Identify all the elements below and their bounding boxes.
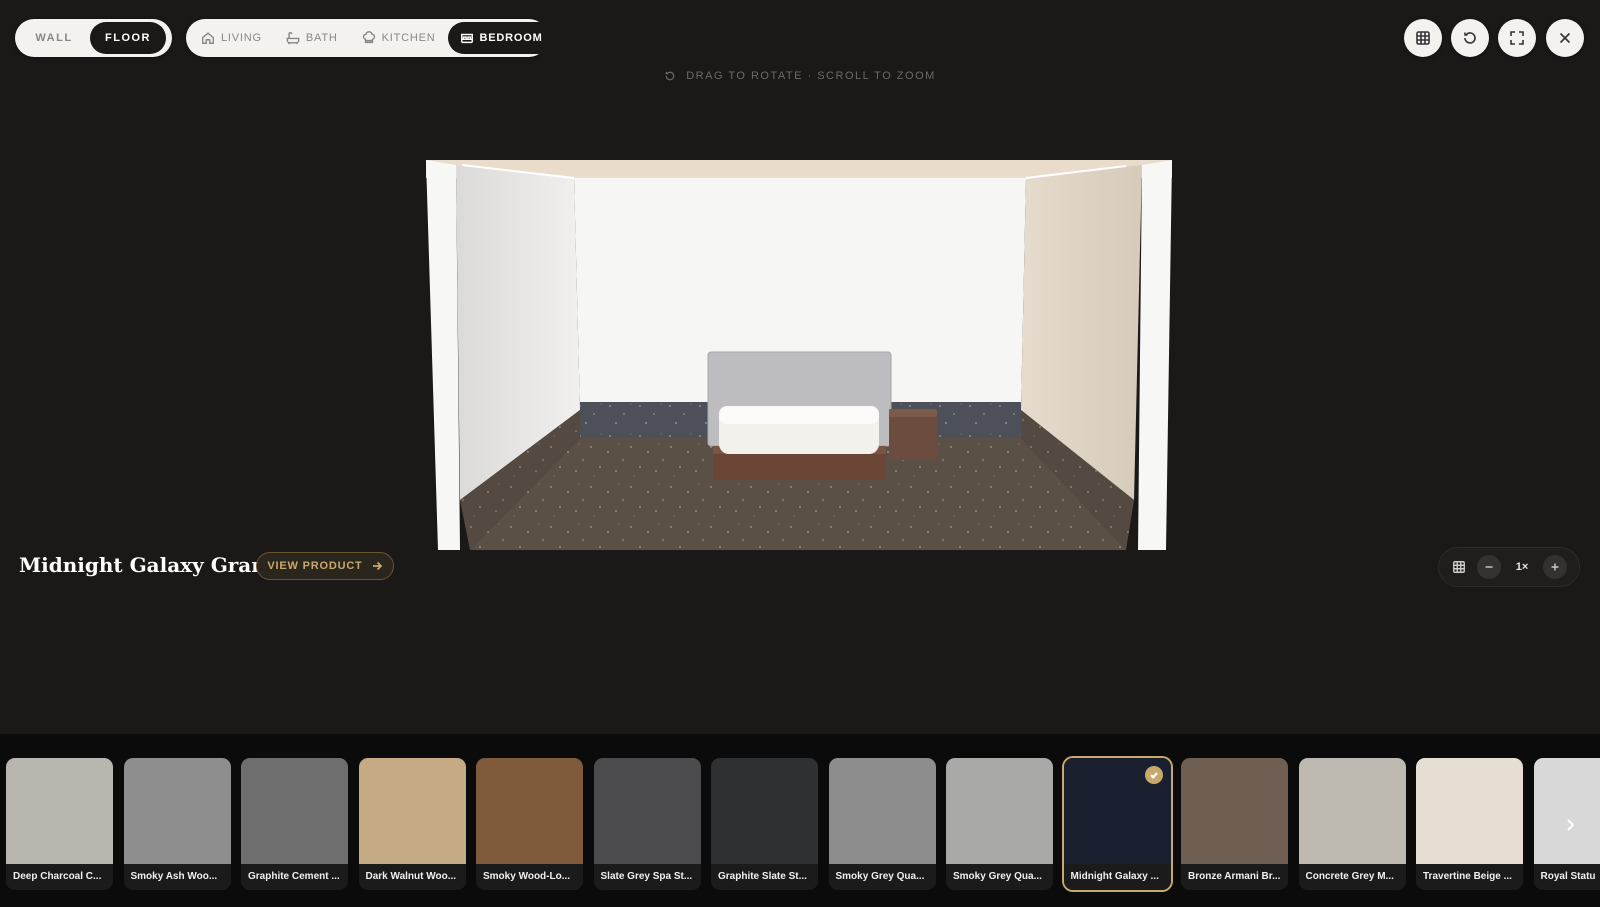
material-swatch [6, 758, 113, 864]
material-label: Deep Charcoal C... [6, 864, 113, 890]
rotate-icon [665, 71, 675, 81]
view-product-button[interactable]: VIEW PRODUCT [256, 552, 394, 580]
material-swatch [476, 758, 583, 864]
room-kitchen-label: KITCHEN [381, 32, 436, 44]
material-label: Smoky Wood-Lo... [476, 864, 583, 890]
bed-icon [460, 33, 473, 44]
grid-icon [1453, 561, 1465, 573]
material-swatch [1298, 758, 1406, 864]
room-living[interactable]: LIVING [189, 22, 274, 54]
material-swatch [946, 758, 1053, 864]
material-label: Bronze Armani Br... [1181, 864, 1288, 890]
material-label: Dark Walnut Woo... [358, 864, 466, 890]
room-bath-label: BATH [305, 32, 338, 44]
material-label: Smoky Ash Woo... [123, 864, 231, 890]
material-swatch [828, 758, 936, 864]
grid-icon [1416, 31, 1430, 45]
hint-text: DRAG TO ROTATE · SCROLL TO ZOOM [686, 70, 936, 82]
view-product-label: VIEW PRODUCT [267, 560, 363, 572]
reset-icon [1464, 32, 1476, 44]
arrow-right-icon [372, 561, 382, 571]
material-label: Graphite Cement ... [241, 864, 348, 890]
fullscreen-icon [1510, 31, 1524, 45]
material-swatch [711, 758, 818, 864]
strip-next-button[interactable] [1557, 812, 1583, 838]
material-tile[interactable]: Smoky Grey Qua... [946, 758, 1053, 890]
home-icon [202, 32, 214, 44]
mode-toggle: WALL FLOOR [15, 19, 172, 57]
material-tile[interactable]: Smoky Wood-Lo... [476, 758, 583, 890]
grid-toggle-button[interactable] [1447, 555, 1471, 579]
room-bedroom[interactable]: BEDROOM [447, 22, 555, 54]
room-living-label: LIVING [221, 32, 262, 44]
chef-hat-icon [362, 31, 375, 44]
zoom-out-button[interactable] [1477, 555, 1501, 579]
material-swatch [1416, 758, 1523, 864]
bathtub-icon [286, 32, 300, 45]
rotate-zoom-hint: DRAG TO ROTATE · SCROLL TO ZOOM [0, 70, 1600, 82]
reset-view-button[interactable] [1451, 19, 1489, 57]
material-swatch [358, 758, 466, 864]
material-tile[interactable]: Deep Charcoal C... [6, 758, 113, 890]
material-tile[interactable]: Slate Grey Spa St... [593, 758, 701, 890]
chevron-right-icon [1567, 819, 1575, 831]
product-title: Midnight Galaxy Granite [19, 553, 296, 577]
material-label: Midnight Galaxy ... [1063, 864, 1171, 890]
selected-check-icon [1144, 766, 1163, 784]
mode-wall[interactable]: WALL [18, 22, 90, 54]
plus-icon [1551, 563, 1559, 571]
material-label: Royal Statu [1533, 864, 1600, 890]
material-label: Smoky Grey Qua... [828, 864, 936, 890]
zoom-control: 1× [1438, 547, 1580, 587]
material-tile[interactable]: Dark Walnut Woo... [358, 758, 466, 890]
room-3d-view[interactable] [426, 160, 1172, 550]
fullscreen-button[interactable] [1498, 19, 1536, 57]
zoom-in-button[interactable] [1543, 555, 1567, 579]
material-label: Travertine Beige ... [1416, 864, 1523, 890]
material-label: Graphite Slate St... [711, 864, 818, 890]
material-swatch [241, 758, 348, 864]
material-tile[interactable]: Concrete Grey M... [1298, 758, 1406, 890]
material-tile[interactable]: Bronze Armani Br... [1181, 758, 1288, 890]
grid-view-button[interactable] [1404, 19, 1442, 57]
material-tile[interactable]: Travertine Beige ... [1416, 758, 1523, 890]
material-swatch [593, 758, 701, 864]
material-strip: Deep Charcoal C... Smoky Ash Woo... Graphi… [0, 734, 1600, 907]
material-swatch [123, 758, 231, 864]
minus-icon [1485, 566, 1493, 568]
material-swatch [1533, 758, 1600, 864]
zoom-level: 1× [1515, 561, 1529, 573]
mode-floor[interactable]: FLOOR [90, 22, 166, 54]
material-tile[interactable]: Smoky Grey Qua... [828, 758, 936, 890]
material-tile[interactable]: Graphite Slate St... [711, 758, 818, 890]
room-toggle: LIVING BATH KITCHEN BEDROOM [186, 19, 555, 57]
material-label: Concrete Grey M... [1298, 864, 1406, 890]
room-kitchen[interactable]: KITCHEN [350, 22, 448, 54]
material-tile[interactable]: Midnight Galaxy ... [1061, 756, 1173, 892]
material-label: Slate Grey Spa St... [593, 864, 701, 890]
close-button[interactable] [1546, 19, 1584, 57]
material-tile[interactable]: Graphite Cement ... [241, 758, 348, 890]
material-swatch [1181, 758, 1288, 864]
material-label: Smoky Grey Qua... [946, 864, 1053, 890]
close-icon [1559, 32, 1571, 44]
material-tile[interactable]: Smoky Ash Woo... [123, 758, 231, 890]
room-bath[interactable]: BATH [274, 22, 350, 54]
room-bedroom-label: BEDROOM [479, 32, 543, 44]
